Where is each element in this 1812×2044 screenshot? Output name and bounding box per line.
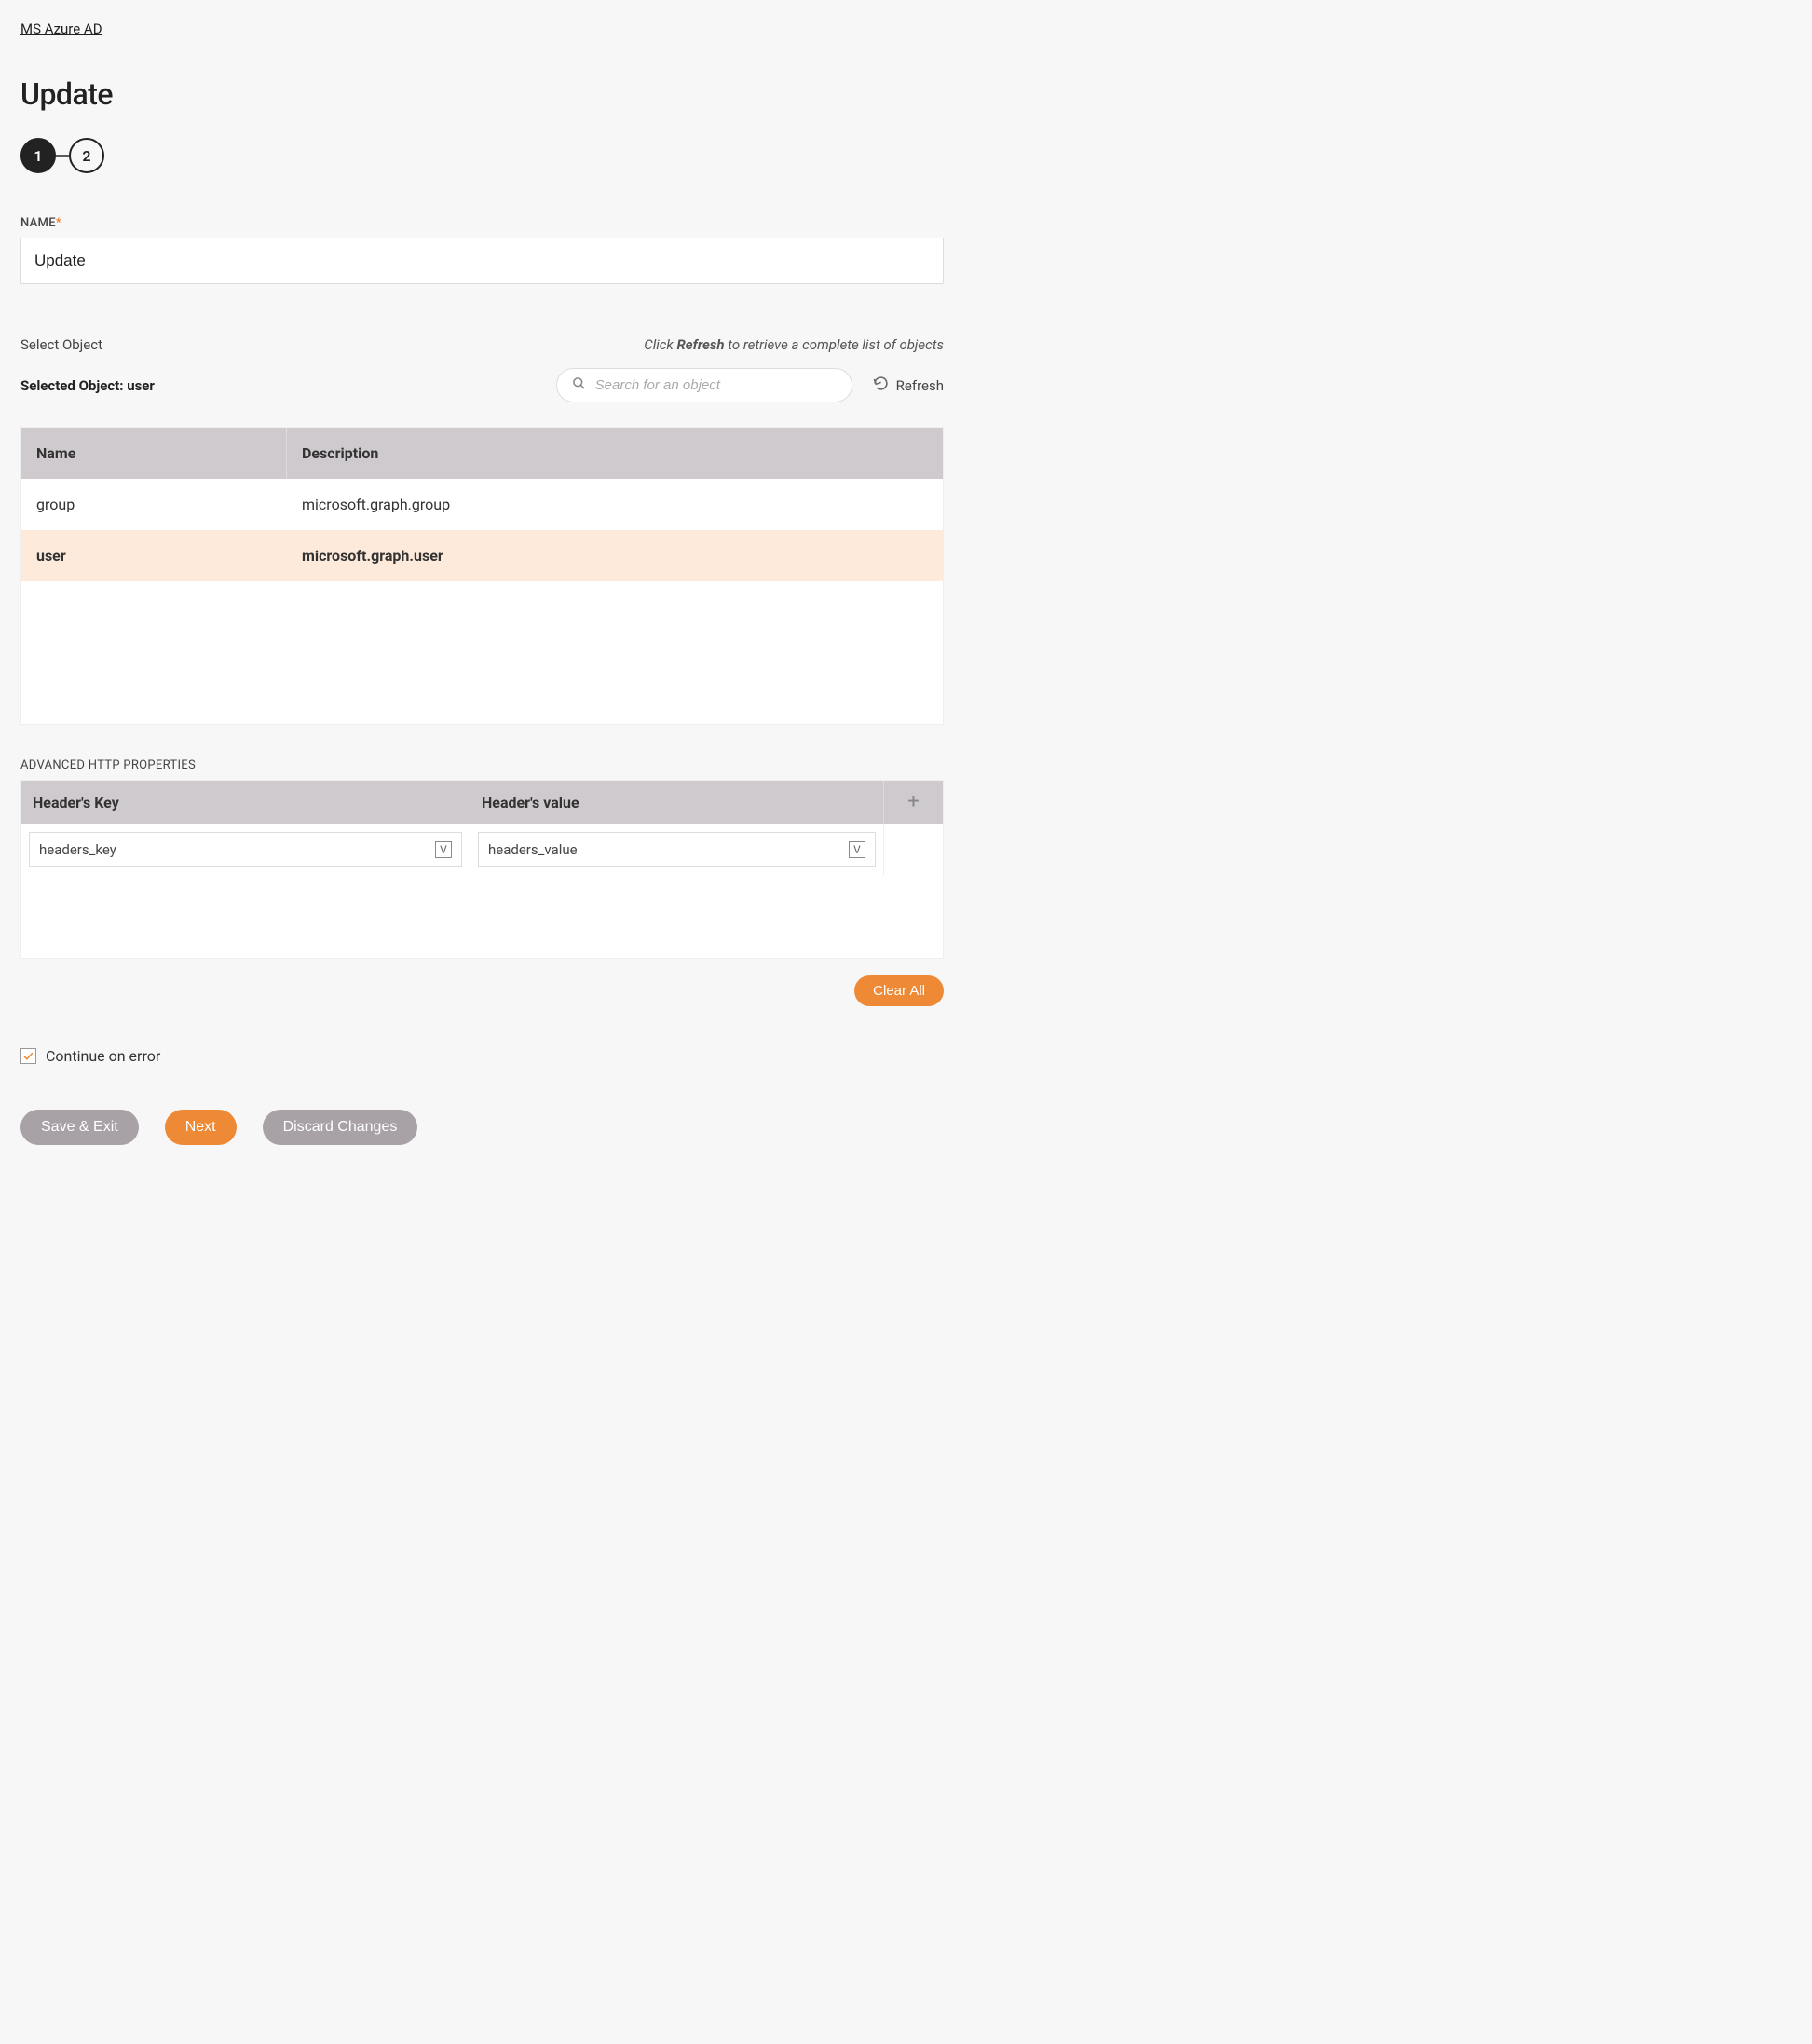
step-1[interactable]: 1 [20, 138, 56, 173]
header-key-input[interactable]: headers_key V [29, 832, 462, 867]
advanced-properties-label: ADVANCED HTTP PROPERTIES [20, 758, 944, 772]
select-object-label: Select Object [20, 336, 102, 353]
object-row[interactable]: group microsoft.graph.group [21, 479, 943, 530]
object-row-name: group [21, 479, 287, 530]
header-value-input[interactable]: headers_value V [478, 832, 876, 867]
name-input[interactable] [20, 238, 944, 284]
refresh-icon [873, 375, 889, 395]
refresh-button[interactable]: Refresh [873, 375, 944, 395]
col-header-key: Header's Key [21, 781, 470, 824]
col-name: Name [21, 428, 287, 479]
continue-on-error-checkbox[interactable] [20, 1048, 36, 1064]
variable-icon[interactable]: V [849, 841, 865, 858]
breadcrumb-link[interactable]: MS Azure AD [20, 20, 102, 37]
page-title: Update [20, 76, 944, 112]
next-button[interactable]: Next [165, 1110, 237, 1145]
headers-table-header: Header's Key Header's value + [21, 781, 943, 824]
step-2[interactable]: 2 [69, 138, 104, 173]
search-icon [572, 376, 586, 394]
save-exit-button[interactable]: Save & Exit [20, 1110, 139, 1145]
object-row-name: user [21, 530, 287, 581]
hint-prefix: Click [644, 336, 676, 353]
variable-icon[interactable]: V [435, 841, 452, 858]
col-header-value: Header's value [470, 781, 884, 824]
continue-on-error-label: Continue on error [46, 1047, 160, 1065]
header-row: headers_key V headers_value V [21, 824, 943, 875]
object-table-body: group microsoft.graph.group user microso… [21, 479, 943, 724]
refresh-hint: Click Refresh to retrieve a complete lis… [644, 336, 944, 353]
step-separator [56, 155, 69, 157]
object-table-header: Name Description [21, 428, 943, 479]
required-asterisk: * [56, 216, 61, 230]
header-row-actions [884, 824, 943, 875]
clear-all-button[interactable]: Clear All [854, 975, 944, 1006]
object-table: Name Description group microsoft.graph.g… [20, 427, 944, 725]
object-row-description: microsoft.graph.user [287, 530, 943, 581]
object-search-input[interactable] [595, 377, 837, 393]
col-description: Description [287, 428, 943, 479]
add-header-button[interactable]: + [884, 781, 943, 824]
object-row-description: microsoft.graph.group [287, 479, 943, 530]
stepper: 1 2 [20, 138, 944, 173]
header-key-value: headers_key [39, 841, 116, 858]
header-value-value: headers_value [488, 841, 578, 858]
discard-button[interactable]: Discard Changes [263, 1110, 418, 1145]
footer-buttons: Save & Exit Next Discard Changes [20, 1110, 944, 1145]
object-row[interactable]: user microsoft.graph.user [21, 530, 943, 581]
hint-bold: Refresh [676, 336, 724, 353]
name-label-text: NAME [20, 216, 56, 230]
headers-table: Header's Key Header's value + headers_ke… [20, 780, 944, 959]
name-label: NAME* [20, 216, 944, 230]
selected-object-label: Selected Object: user [20, 377, 155, 394]
search-wrapper [556, 368, 852, 402]
hint-suffix: to retrieve a complete list of objects [725, 336, 944, 353]
refresh-label: Refresh [896, 377, 944, 394]
